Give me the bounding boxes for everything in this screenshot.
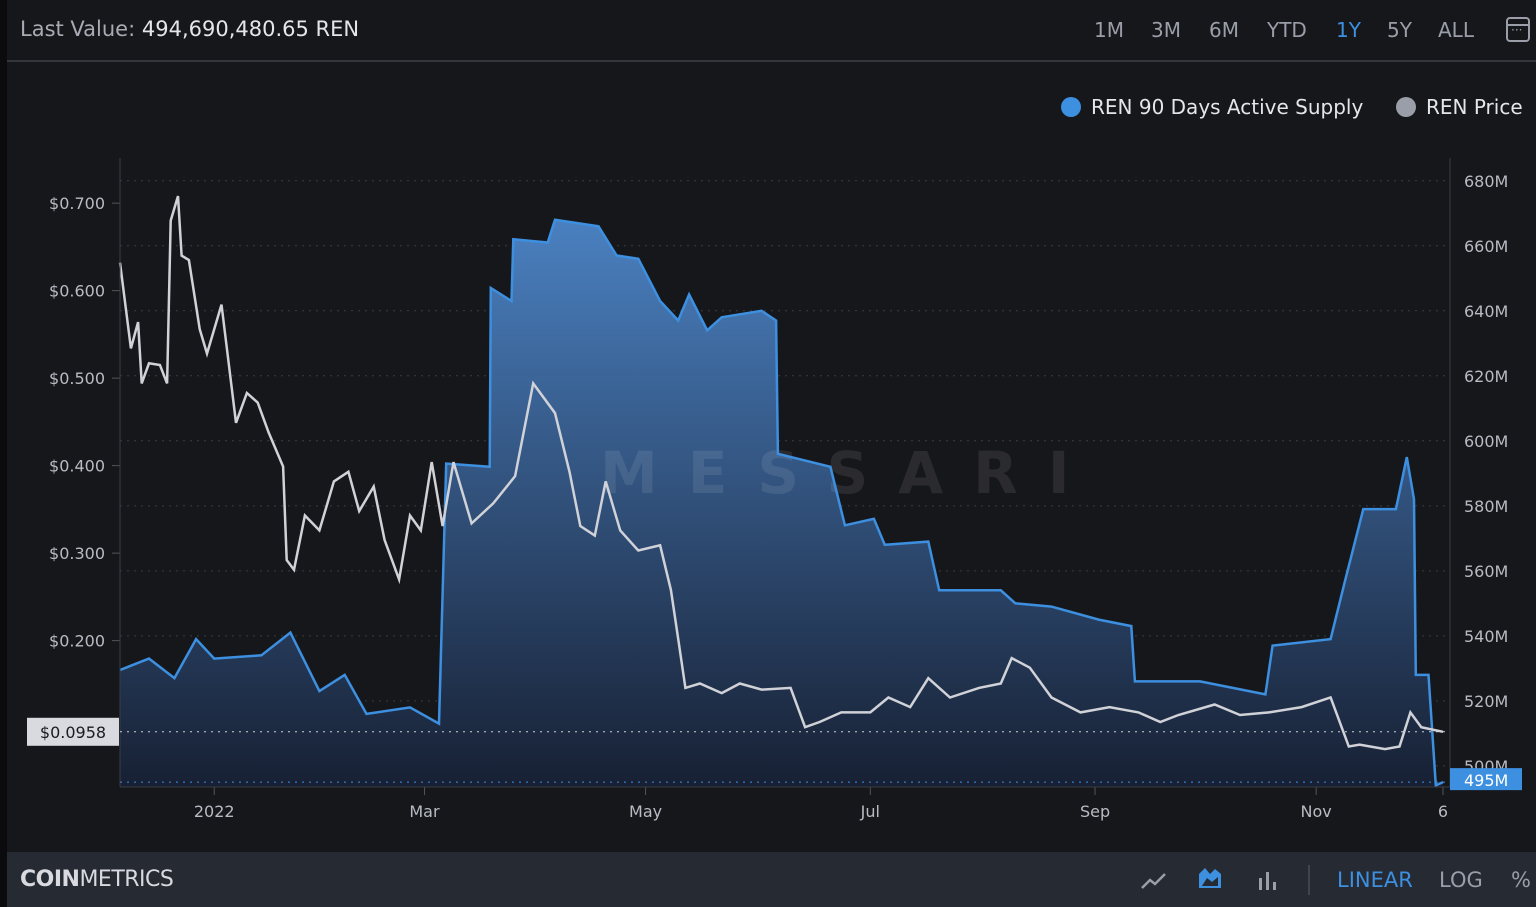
right-tick-label: 620M [1464,367,1508,386]
x-tick-label: Mar [409,802,440,821]
price-current-label: $0.0958 [40,723,106,742]
scale-linear-button[interactable]: LINEAR [1337,868,1413,892]
left-tick-label: $0.300 [49,544,105,563]
coinmetrics-logo: COINMETRICS [20,867,174,892]
right-tick-label: 560M [1464,562,1508,581]
left-tick-label: $0.400 [49,457,105,476]
line-chart-icon[interactable] [1140,870,1168,892]
right-tick-label: 520M [1464,692,1508,711]
scale-percent-button[interactable]: % [1511,868,1531,892]
right-tick-label: 660M [1464,237,1508,256]
left-tick-label: $0.500 [49,369,105,388]
supply-current-label: 495M [1464,771,1508,790]
x-tick-label: Nov [1301,802,1332,821]
right-tick-label: 540M [1464,627,1508,646]
x-tick-label: 2022 [194,802,235,821]
left-tick-label: $0.700 [49,194,105,213]
right-tick-label: 580M [1464,497,1508,516]
bar-chart-icon[interactable] [1257,870,1279,890]
x-tick-label: 6 [1438,802,1448,821]
left-tick-label: $0.200 [49,632,105,651]
footer-bar: COINMETRICS LINEAR LOG % [7,852,1536,907]
right-tick-label: 600M [1464,432,1508,451]
watermark: MESSARI [600,439,1099,507]
x-tick-label: May [629,802,662,821]
divider [1308,865,1310,895]
chart-canvas[interactable]: MESSARI 500M520M540M560M580M600M620M640M… [0,0,1536,852]
x-tick-label: Jul [860,802,880,821]
right-tick-label: 680M [1464,172,1508,191]
x-tick-label: Sep [1080,802,1110,821]
left-tick-label: $0.600 [49,282,105,301]
scale-log-button[interactable]: LOG [1439,868,1483,892]
area-chart-icon[interactable] [1197,866,1223,890]
right-tick-label: 640M [1464,302,1508,321]
